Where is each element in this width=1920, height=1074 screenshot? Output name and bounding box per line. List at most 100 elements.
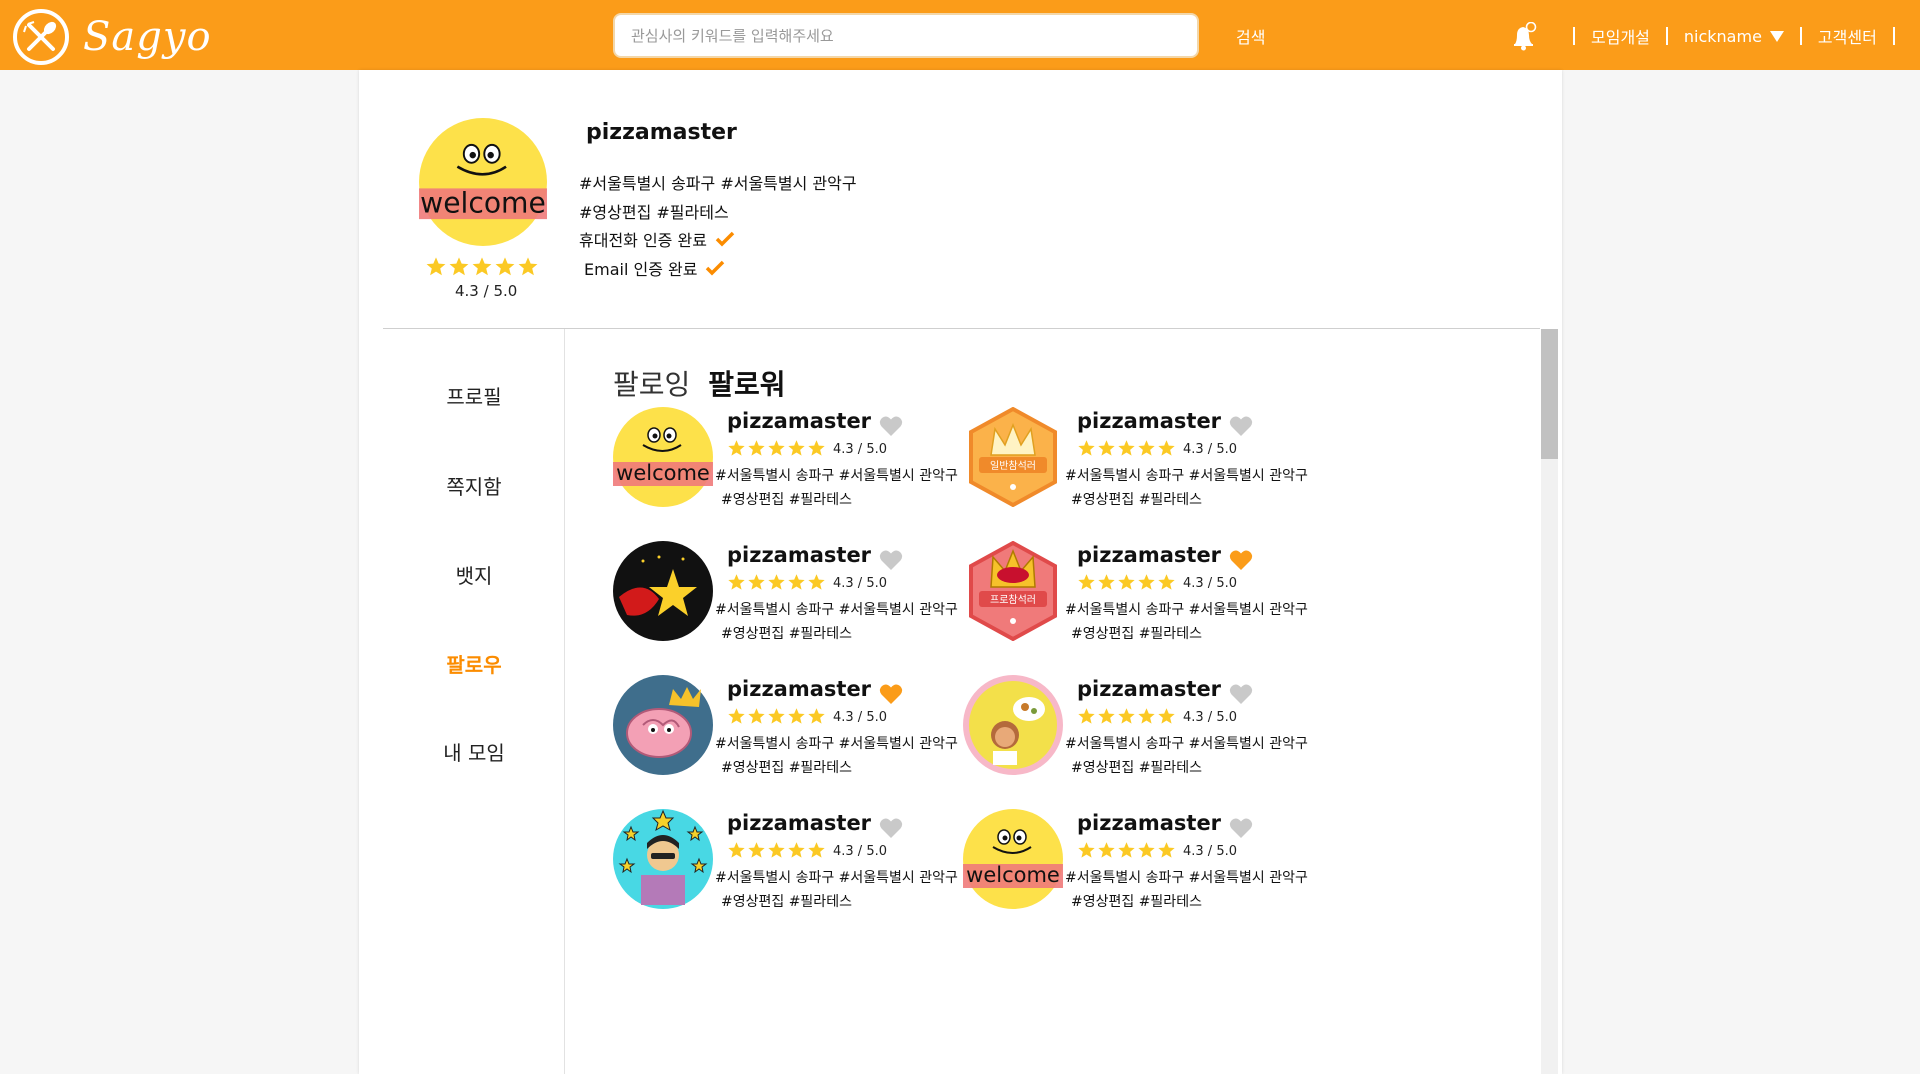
star-icon [1077, 573, 1096, 596]
star-icon [1137, 439, 1156, 462]
avatar-welcome-text: welcome [420, 187, 546, 220]
sidebar-item-messages[interactable]: 쪽지함 [383, 471, 565, 500]
user-rating-text: 4.3 / 5.0 [833, 442, 887, 457]
user-name[interactable]: pizzamaster [1077, 677, 1221, 701]
check-icon [715, 231, 735, 247]
star-icon [807, 573, 826, 596]
user-location-tags: #서울특별시 송파구 #서울특별시 관악구 [715, 870, 958, 886]
star-icon [448, 256, 470, 282]
heart-icon[interactable] [879, 817, 903, 839]
star-icon [767, 841, 786, 864]
star-icon [807, 439, 826, 462]
email-verified: Email 인증 완료 [584, 256, 725, 280]
profile-name: pizzamaster [586, 120, 737, 145]
caret-down-icon [1769, 30, 1784, 42]
divider [1665, 27, 1668, 45]
sidebar-item-my-groups[interactable]: 내 모임 [383, 737, 565, 766]
heart-icon[interactable] [1229, 549, 1253, 571]
star-icon [471, 256, 493, 282]
star-icon [1097, 573, 1116, 596]
svg-text:welcome: welcome [616, 461, 710, 485]
star-icon [425, 256, 447, 282]
user-name[interactable]: pizzamaster [727, 409, 871, 433]
logo-text: Sagyo [83, 14, 212, 60]
scroll-thumb[interactable] [1541, 329, 1558, 459]
user-card[interactable]: 프로참석러 pizzamaster 4.3 / 5.0 #서울특별시 송파구 #서울특… [963, 541, 1383, 651]
user-star-rating [727, 841, 826, 864]
svg-text:welcome: welcome [966, 863, 1060, 887]
user-avatar[interactable] [613, 675, 713, 775]
star-icon [1077, 707, 1096, 730]
user-interest-tags: #영상편집 #필라테스 [1071, 626, 1202, 642]
nickname-menu[interactable]: nickname [1684, 27, 1784, 46]
user-name[interactable]: pizzamaster [727, 543, 871, 567]
star-icon [807, 707, 826, 730]
user-location-tags: #서울특별시 송파구 #서울특별시 관악구 [715, 468, 958, 484]
user-avatar[interactable] [963, 675, 1063, 775]
user-avatar[interactable]: welcome [613, 407, 713, 507]
star-icon [1117, 707, 1136, 730]
heart-icon[interactable] [1229, 683, 1253, 705]
star-icon [747, 707, 766, 730]
star-icon [1137, 707, 1156, 730]
star-icon [727, 573, 746, 596]
user-rating-text: 4.3 / 5.0 [833, 844, 887, 859]
user-card[interactable]: pizzamaster 4.3 / 5.0 #서울특별시 송파구 #서울특별시 관악… [963, 675, 1383, 785]
user-interest-tags: #영상편집 #필라테스 [721, 626, 852, 642]
star-icon [494, 256, 516, 282]
user-interest-tags: #영상편집 #필라테스 [1071, 894, 1202, 910]
user-interest-tags: #영상편집 #필라테스 [721, 492, 852, 508]
star-icon [1137, 573, 1156, 596]
heart-icon[interactable] [879, 549, 903, 571]
user-name[interactable]: pizzamaster [1077, 811, 1221, 835]
user-location-tags: #서울특별시 송파구 #서울특별시 관악구 [1065, 736, 1308, 752]
star-icon [1097, 707, 1116, 730]
star-icon [767, 573, 786, 596]
fork-knife-icon [13, 9, 69, 65]
star-icon [1157, 841, 1176, 864]
sidebar-item-badges[interactable]: 뱃지 [383, 560, 565, 589]
user-avatar[interactable]: 일반참석러 [963, 407, 1063, 507]
user-avatar[interactable]: welcome [963, 809, 1063, 909]
svg-text:일반참석러: 일반참석러 [990, 460, 1036, 472]
sidebar-item-follow[interactable]: 팔로우 [383, 649, 565, 678]
tab-followers[interactable]: 팔로워 [708, 363, 785, 403]
tab-following[interactable]: 팔로잉 [613, 363, 690, 403]
user-location-tags: #서울특별시 송파구 #서울특별시 관악구 [715, 602, 958, 618]
heart-icon[interactable] [1229, 817, 1253, 839]
sidebar-item-profile[interactable]: 프로필 [383, 381, 565, 410]
heart-icon[interactable] [879, 415, 903, 437]
logo[interactable]: Sagyo [13, 9, 212, 65]
user-rating-text: 4.3 / 5.0 [833, 576, 887, 591]
star-icon [787, 573, 806, 596]
user-avatar[interactable] [613, 541, 713, 641]
search-button[interactable]: 검색 [1236, 24, 1265, 48]
star-icon [787, 707, 806, 730]
interests-text: #영상편집 #필라테스 [579, 203, 729, 222]
search-input[interactable] [613, 13, 1199, 58]
support-link[interactable]: 고객센터 [1818, 24, 1877, 48]
scrollbar[interactable] [1541, 329, 1558, 1074]
user-name[interactable]: pizzamaster [727, 677, 871, 701]
star-icon [747, 841, 766, 864]
check-icon [706, 260, 725, 276]
star-icon [767, 707, 786, 730]
create-group-link[interactable]: 모임개설 [1591, 24, 1650, 48]
divider [1892, 27, 1895, 45]
user-card[interactable]: welcome pizzamaster 4.3 / 5.0 #서울특별시 송파구 #서… [963, 809, 1383, 919]
user-location-tags: #서울특별시 송파구 #서울특별시 관악구 [1065, 602, 1308, 618]
heart-icon[interactable] [879, 683, 903, 705]
star-icon [1117, 841, 1136, 864]
user-name[interactable]: pizzamaster [1077, 543, 1221, 567]
user-avatar[interactable] [613, 809, 713, 909]
user-card[interactable]: 일반참석러 pizzamaster 4.3 / 5.0 #서울특별시 송파구 #서울특… [963, 407, 1383, 517]
user-interest-tags: #영상편집 #필라테스 [721, 760, 852, 776]
user-star-rating [1077, 439, 1176, 462]
user-name[interactable]: pizzamaster [1077, 409, 1221, 433]
heart-icon[interactable] [1229, 415, 1253, 437]
user-rating-text: 4.3 / 5.0 [1183, 844, 1237, 859]
profile-interests: #영상편집 #필라테스 [579, 199, 729, 223]
user-avatar[interactable]: 프로참석러 [963, 541, 1063, 641]
user-name[interactable]: pizzamaster [727, 811, 871, 835]
bell-icon[interactable] [1511, 21, 1537, 52]
